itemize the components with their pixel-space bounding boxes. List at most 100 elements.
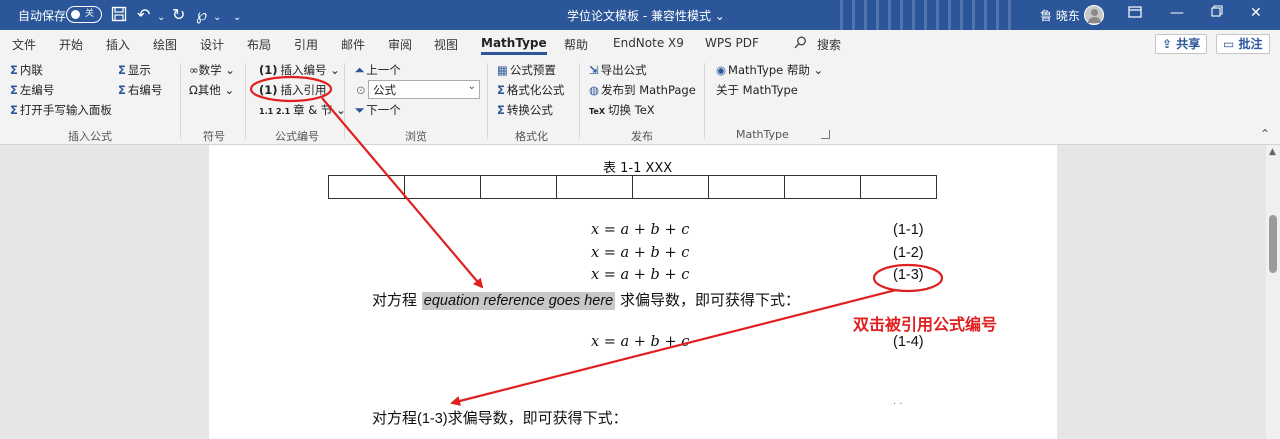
user-name[interactable]: 鲁 晓东 xyxy=(1040,7,1080,24)
customize-qat-icon[interactable]: ⌄ xyxy=(233,9,241,27)
infinity-icon: ∞ xyxy=(189,63,199,77)
next-button[interactable]: ⏷ 下一个 xyxy=(355,102,401,118)
format-equations-button[interactable]: Σ 格式化公式 xyxy=(497,82,564,98)
tab-wps-pdf[interactable]: WPS PDF xyxy=(705,36,759,50)
tab-review[interactable]: 审阅 xyxy=(388,36,412,53)
mathtype-help-button[interactable]: ◉ MathType 帮助 ⌄ xyxy=(716,62,823,78)
table-cell[interactable] xyxy=(632,175,709,199)
globe-icon: ◍ xyxy=(589,83,600,97)
left-number-button[interactable]: Σ 左编号 xyxy=(10,82,54,98)
group-equation-numbers: 公式编号 xyxy=(275,130,319,143)
inline-button[interactable]: Σ 内联 xyxy=(10,62,43,78)
minimize-icon[interactable]: — xyxy=(1170,5,1184,21)
about-mathtype-button[interactable]: 关于 MathType xyxy=(716,82,798,98)
math-symbols-button[interactable]: ∞数学 ⌄ xyxy=(189,62,235,78)
tab-design[interactable]: 设计 xyxy=(200,36,224,53)
vertical-scrollbar[interactable]: ▲ xyxy=(1266,145,1280,439)
collapse-ribbon-icon[interactable]: ⌃ xyxy=(1260,127,1270,141)
equation-number-2[interactable]: (1-2) xyxy=(893,245,924,261)
convert-equations-button[interactable]: Σ 转换公式 xyxy=(497,102,553,118)
equation-number-1[interactable]: (1-1) xyxy=(893,222,924,238)
right-number-button[interactable]: Σ 右编号 xyxy=(118,82,162,98)
chevron-down-icon: ⌄ xyxy=(326,63,340,77)
group-separator xyxy=(579,63,580,139)
group-separator xyxy=(180,63,181,139)
table-cell[interactable] xyxy=(328,175,405,199)
equation-2[interactable]: x = a + b + c xyxy=(591,245,689,261)
equation-number-3[interactable]: (1-3) xyxy=(893,267,924,283)
chapter-icon: 1.1 2.1 xyxy=(259,107,291,116)
insert-number-button[interactable]: (1) 插入编号 ⌄ xyxy=(259,62,340,78)
format-painter-dropdown-icon[interactable]: ⌄ xyxy=(213,9,221,27)
inserted-reference[interactable]: (1-3) xyxy=(417,411,448,427)
tab-draw[interactable]: 绘图 xyxy=(153,36,177,53)
close-icon[interactable]: ✕ xyxy=(1250,5,1262,21)
scroll-up-icon[interactable]: ▲ xyxy=(1269,147,1276,157)
redo-icon[interactable]: ↻ xyxy=(172,6,185,24)
share-button[interactable]: ⇪ 共享 xyxy=(1155,34,1208,54)
previous-button[interactable]: ⏶ 上一个 xyxy=(355,62,401,78)
display-button[interactable]: Σ 显示 xyxy=(118,62,151,78)
ribbon-tabs: 文件 开始 插入 绘图 设计 布局 引用 邮件 审阅 视图 MathType 帮… xyxy=(0,30,1280,57)
tab-layout[interactable]: 布局 xyxy=(247,36,271,53)
restore-icon[interactable] xyxy=(1211,5,1223,21)
title-bar-pattern xyxy=(840,0,1020,30)
ribbon-display-options-icon[interactable] xyxy=(1128,5,1142,23)
annotation-label: 双击被引用公式编号 xyxy=(853,315,998,334)
tab-mathtype[interactable]: MathType xyxy=(481,36,547,55)
tab-insert[interactable]: 插入 xyxy=(106,36,130,53)
publish-mathpage-button[interactable]: ◍ 发布到 MathPage xyxy=(589,82,696,98)
tab-endnote[interactable]: EndNote X9 xyxy=(613,36,684,50)
undo-dropdown-icon[interactable]: ⌄ xyxy=(157,9,165,27)
reference-placeholder-field[interactable]: equation reference goes here xyxy=(421,292,616,310)
group-browse: 浏览 xyxy=(405,130,427,143)
search-icon[interactable] xyxy=(794,36,807,52)
sigma-left-icon: Σ xyxy=(10,83,18,97)
formula-preset-button[interactable]: ▦ 公式预置 xyxy=(497,62,556,78)
undo-icon[interactable]: ↶ xyxy=(137,6,150,24)
tab-file[interactable]: 文件 xyxy=(12,36,36,53)
table-cell[interactable] xyxy=(784,175,861,199)
table-cell[interactable] xyxy=(860,175,937,199)
table-cell[interactable] xyxy=(480,175,557,199)
tab-references[interactable]: 引用 xyxy=(294,36,318,53)
tex-icon: TeX xyxy=(589,107,605,116)
table-cell[interactable] xyxy=(404,175,481,199)
chevron-down-icon: ⌄ xyxy=(220,83,235,97)
autosave-toggle[interactable]: 关 xyxy=(66,6,102,23)
export-formula-button[interactable]: ⇲ 导出公式 xyxy=(589,62,647,78)
equation-4[interactable]: x = a + b + c xyxy=(591,334,689,350)
avatar[interactable] xyxy=(1084,5,1104,25)
equation-number-4[interactable]: (1-4) xyxy=(893,334,924,350)
format-painter-icon[interactable]: ℘ xyxy=(196,6,207,24)
tab-mailings[interactable]: 邮件 xyxy=(341,36,365,53)
browse-type-select[interactable]: 公式 ⌄ xyxy=(368,80,480,99)
tab-help[interactable]: 帮助 xyxy=(564,36,588,53)
title-bar: 自动保存 关 ↶ ⌄ ↻ ℘ ⌄ ⌄ 学位论文模板 - 兼容性模式 ⌄ 鲁 晓东… xyxy=(0,0,1280,30)
tab-view[interactable]: 视图 xyxy=(434,36,458,53)
dialog-launcher-icon[interactable] xyxy=(821,130,830,139)
scrollbar-thumb[interactable] xyxy=(1269,215,1277,273)
other-symbols-button[interactable]: Ω其他 ⌄ xyxy=(189,82,234,98)
sigma-right-icon: Σ xyxy=(118,83,126,97)
document-table[interactable] xyxy=(328,175,937,199)
equation-1[interactable]: x = a + b + c xyxy=(591,222,689,238)
chapter-section-button[interactable]: 1.1 2.1 章 & 节 ⌄ xyxy=(259,102,346,118)
comments-button[interactable]: ▭ 批注 xyxy=(1216,34,1270,54)
toggle-tex-button[interactable]: TeX 切换 TeX xyxy=(589,102,655,118)
document-title[interactable]: 学位论文模板 - 兼容性模式 ⌄ xyxy=(567,7,725,24)
document-canvas[interactable]: 表 1-1 XXX x = a + b + c (1-1) x = a + b … xyxy=(0,145,1266,439)
group-separator xyxy=(704,63,705,139)
tab-home[interactable]: 开始 xyxy=(59,36,83,53)
handwriting-panel-button[interactable]: Σ 打开手写输入面板 xyxy=(10,102,112,118)
equation-3[interactable]: x = a + b + c xyxy=(591,267,689,283)
insert-reference-button[interactable]: (1) 插入引用 xyxy=(259,82,327,98)
document-page[interactable]: 表 1-1 XXX x = a + b + c (1-1) x = a + b … xyxy=(209,145,1057,439)
paragraph-2[interactable]: 对方程(1-3)求偏导数，即可获得下式： xyxy=(372,407,628,428)
autosave-label: 自动保存 xyxy=(18,9,67,23)
search-label[interactable]: 搜索 xyxy=(817,36,841,53)
paragraph-1[interactable]: 对方程 equation reference goes here 求偏导数，即可… xyxy=(372,289,800,310)
table-cell[interactable] xyxy=(556,175,633,199)
table-cell[interactable] xyxy=(708,175,785,199)
save-icon[interactable] xyxy=(111,6,127,26)
